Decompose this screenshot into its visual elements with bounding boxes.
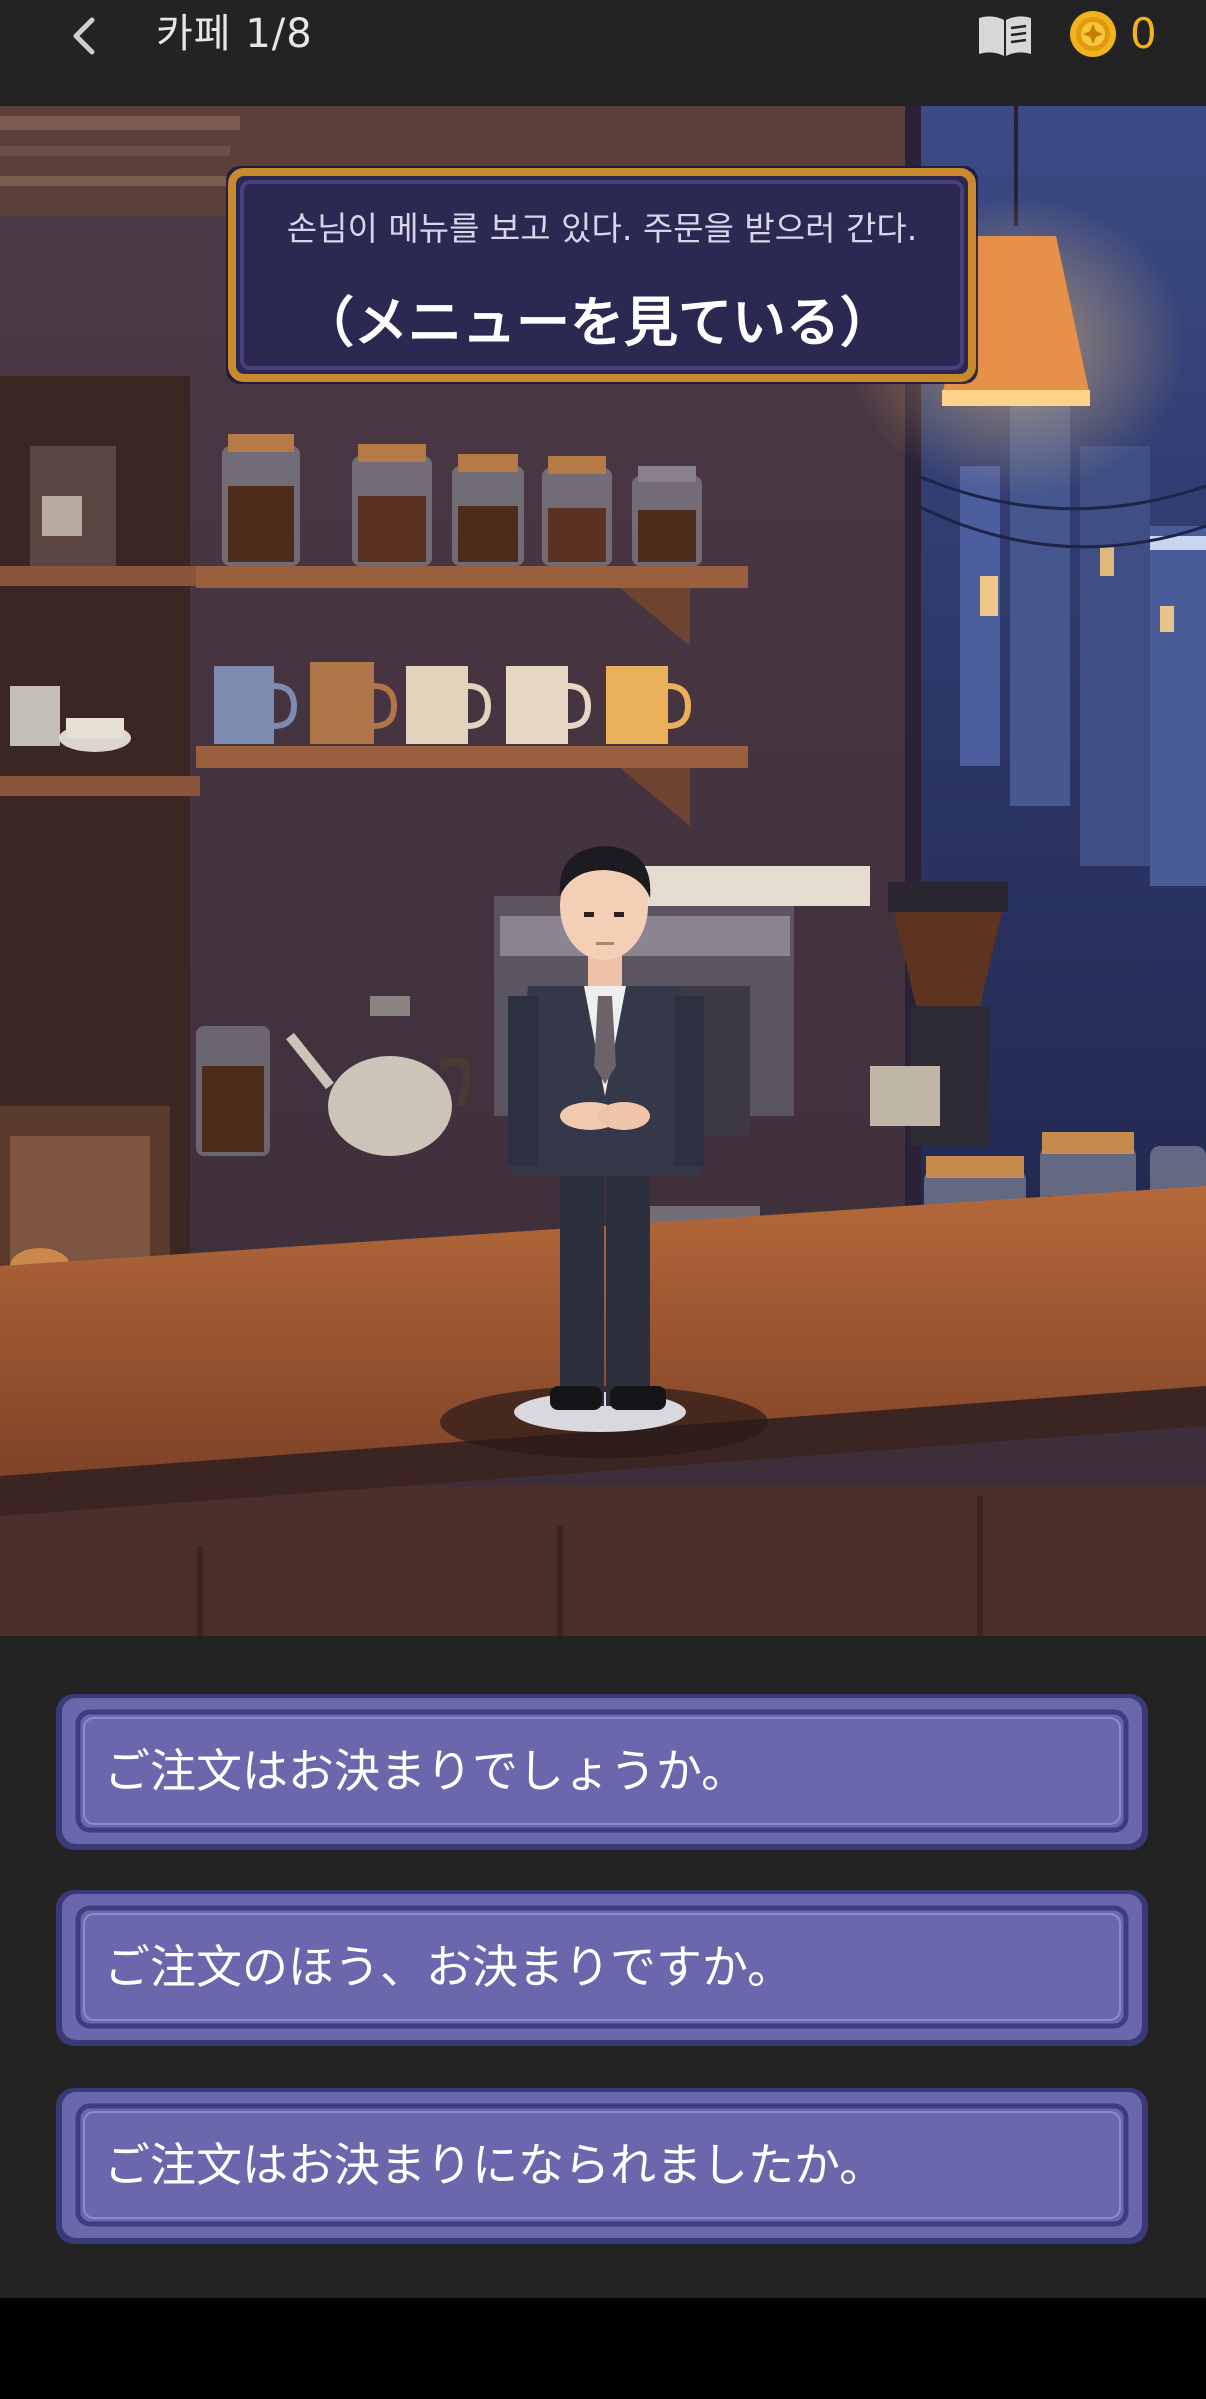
chevron-left-icon: [73, 17, 95, 55]
top-bar: 카페 1/8 0: [0, 0, 1206, 106]
narration-text: 손님이 메뉴를 보고 있다. 주문을 받으러 간다.: [286, 209, 918, 248]
coffee-jar: [352, 444, 432, 566]
game-scene: 손님이 메뉴를 보고 있다. 주문을 받으러 간다. （メニューを見ている）: [0, 106, 1206, 1636]
choice-label: ご注文はお決まりになられましたか。: [104, 2138, 886, 2192]
bottom-bar: [0, 2298, 1206, 2399]
choices-panel: ご注文はお決まりでしょうか。 ご注文のほう、お決まりですか。 ご注文はお決まりに…: [0, 1636, 1206, 2298]
dialogue-banner: 손님이 메뉴를 보고 있다. 주문을 받으러 간다. （メニューを見ている）: [220, 160, 984, 390]
coffee-jar: [542, 456, 612, 566]
back-button[interactable]: [52, 8, 116, 64]
choice-button-2[interactable]: ご注文のほう、お決まりですか。: [52, 1884, 1152, 2050]
choice-button-1[interactable]: ご注文はお決まりでしょうか。: [52, 1688, 1152, 1854]
dialogue-text: （メニューを見ている）: [300, 291, 894, 354]
choice-label: ご注文のほう、お決まりですか。: [104, 1940, 794, 1994]
choice-label: ご注文はお決まりでしょうか。: [104, 1744, 748, 1798]
page-title: 카페 1/8: [156, 11, 313, 57]
book-button[interactable]: [976, 12, 1034, 60]
coin-icon: [1070, 11, 1116, 57]
coffee-jar: [452, 454, 524, 566]
coffee-jar: [222, 434, 300, 566]
choice-button-3[interactable]: ご注文はお決まりになられましたか。: [52, 2082, 1152, 2248]
book-icon: [979, 16, 1031, 56]
coin-count: 0: [1130, 9, 1157, 58]
coffee-jar: [632, 466, 702, 566]
